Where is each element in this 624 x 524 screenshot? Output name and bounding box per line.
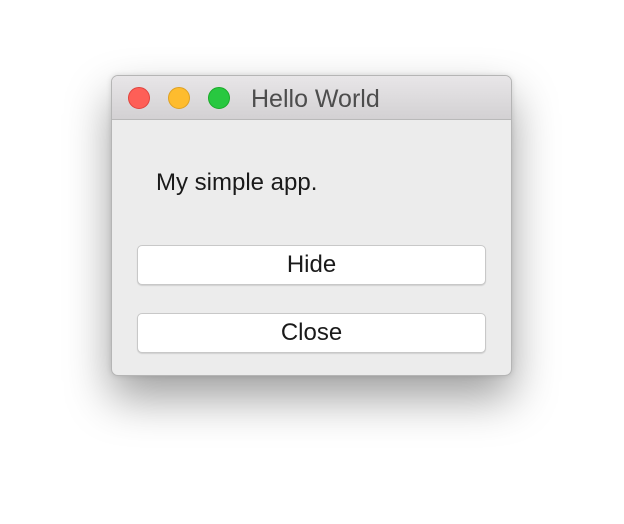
minimize-window-icon[interactable] xyxy=(168,87,190,109)
window-title: Hello World xyxy=(251,85,380,113)
close-button[interactable]: Close xyxy=(137,313,486,353)
zoom-window-icon[interactable] xyxy=(208,87,230,109)
title-bar[interactable]: Hello World xyxy=(112,76,511,120)
hide-button[interactable]: Hide xyxy=(137,245,486,285)
app-description-label: My simple app. xyxy=(156,169,318,196)
app-window: Hello World My simple app. Hide Close xyxy=(111,75,512,376)
close-window-icon[interactable] xyxy=(128,87,150,109)
